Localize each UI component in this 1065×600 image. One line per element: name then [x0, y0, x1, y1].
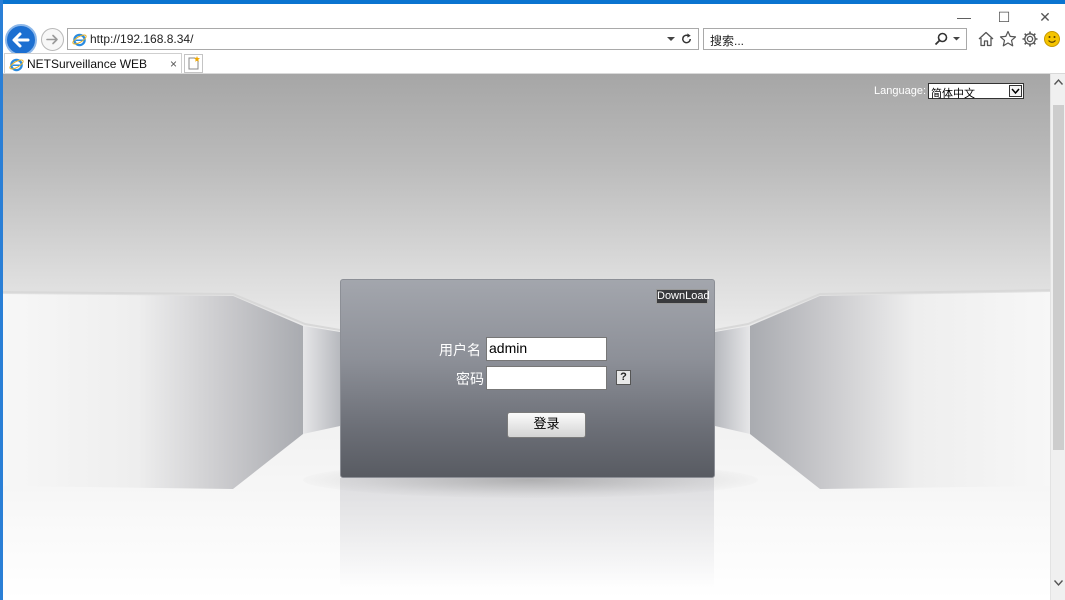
address-url[interactable]: http://192.168.8.34/ [90, 32, 193, 46]
tab-netsurveillance[interactable]: NETSurveillance WEB × [4, 53, 182, 74]
maximize-button[interactable]: ☐ [991, 6, 1017, 28]
tab-ie-icon [9, 58, 24, 72]
vertical-scrollbar[interactable] [1050, 74, 1065, 600]
smiley-feedback-icon[interactable] [1043, 30, 1061, 48]
login-panel: DownLoad 用户名 admin 密码 ? 登录 [340, 279, 715, 478]
new-tab-icon [188, 56, 200, 70]
search-dropdown-icon[interactable] [952, 34, 961, 43]
refresh-icon[interactable] [680, 32, 693, 46]
username-input[interactable]: admin [486, 337, 607, 361]
search-box[interactable]: 搜索... [703, 28, 967, 50]
new-tab-button[interactable] [184, 54, 203, 73]
home-icon[interactable] [977, 30, 995, 48]
close-window-button[interactable]: ✕ [1032, 6, 1058, 28]
page-viewport: Language: 简体中文 DownLoad 用户名 admin 密码 ? 登… [3, 74, 1050, 600]
forward-arrow-icon [46, 34, 58, 45]
login-button[interactable]: 登录 [507, 412, 586, 438]
chevron-down-icon [1011, 88, 1020, 95]
favorites-star-icon[interactable] [999, 30, 1017, 48]
scroll-up-arrow-icon[interactable] [1051, 74, 1065, 91]
password-input[interactable] [486, 366, 607, 390]
tab-title: NETSurveillance WEB [27, 57, 148, 71]
password-label: 密码 [456, 372, 484, 388]
download-button[interactable]: DownLoad [656, 289, 710, 304]
language-value: 简体中文 [931, 87, 975, 100]
address-dropdown-icon[interactable] [666, 33, 676, 45]
search-icon[interactable] [934, 32, 948, 46]
username-label: 用户名 [439, 343, 481, 359]
address-bar[interactable]: http://192.168.8.34/ [67, 28, 699, 50]
language-select[interactable]: 简体中文 [928, 83, 1024, 100]
scrollbar-thumb[interactable] [1053, 105, 1064, 450]
password-help-button[interactable]: ? [616, 370, 631, 385]
back-arrow-icon [12, 32, 30, 48]
forward-button[interactable] [41, 28, 64, 51]
tab-close-icon[interactable]: × [170, 57, 177, 71]
minimize-button[interactable]: — [951, 6, 977, 28]
language-label: Language: [874, 85, 926, 97]
settings-gear-icon[interactable] [1021, 30, 1039, 48]
back-button[interactable] [5, 24, 37, 56]
window-left-border [0, 0, 3, 600]
window-top-border [0, 0, 1065, 4]
ie-icon [72, 33, 87, 47]
language-dropdown-arrow[interactable] [1009, 85, 1022, 97]
scroll-down-arrow-icon[interactable] [1051, 574, 1065, 591]
search-input[interactable]: 搜索... [710, 32, 744, 49]
